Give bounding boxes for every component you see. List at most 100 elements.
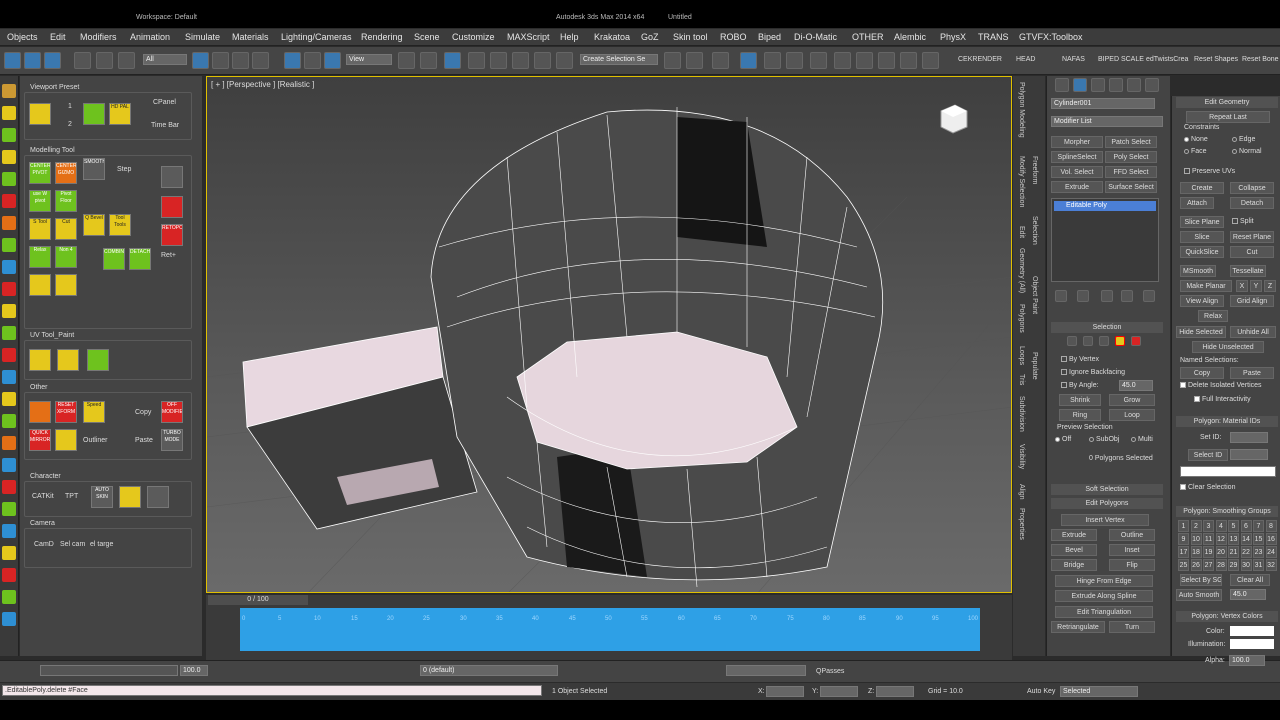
turn-button[interactable]: Turn bbox=[1109, 621, 1155, 633]
auto-key-button[interactable]: Auto Key bbox=[1027, 688, 1055, 695]
display-tab-icon[interactable] bbox=[1127, 78, 1141, 92]
character-face-icon[interactable] bbox=[119, 486, 141, 508]
bind-spacewarp-icon[interactable] bbox=[118, 52, 135, 69]
illumination-swatch[interactable] bbox=[1230, 639, 1274, 649]
ret-plus-button[interactable]: Ret+ bbox=[161, 252, 176, 259]
tool-icon[interactable] bbox=[2, 216, 16, 230]
smoothing-group-button[interactable]: 24 bbox=[1265, 546, 1277, 558]
smoothing-group-button[interactable]: 13 bbox=[1228, 533, 1239, 545]
spinner-snap-icon[interactable] bbox=[534, 52, 551, 69]
outliner-button[interactable]: Outliner bbox=[83, 437, 108, 444]
configure-sets-icon[interactable] bbox=[1143, 290, 1155, 302]
hide-unselected-button[interactable]: Hide Unselected bbox=[1192, 341, 1264, 353]
perspective-viewport[interactable]: [ + ] [Perspective ] [Realistic ] bbox=[206, 76, 1012, 593]
smoothing-group-button[interactable]: 31 bbox=[1253, 559, 1264, 571]
menu-alembic[interactable]: Alembic bbox=[894, 32, 926, 42]
hd-pal-button[interactable]: HD PAL bbox=[109, 103, 131, 125]
tool-icon[interactable] bbox=[2, 546, 16, 560]
color-swatch[interactable] bbox=[1230, 626, 1274, 636]
tool-icon[interactable] bbox=[2, 106, 16, 120]
element-mode-icon[interactable] bbox=[1131, 336, 1141, 346]
line-style-dropdown[interactable] bbox=[726, 665, 806, 676]
smoothing-group-button[interactable]: 17 bbox=[1178, 546, 1189, 558]
smoothing-group-button[interactable]: 1 bbox=[1178, 520, 1189, 532]
smoothing-group-button[interactable]: 15 bbox=[1253, 533, 1264, 545]
tab-visibility[interactable]: Visibility bbox=[1018, 444, 1025, 469]
object-name-field[interactable]: Cylinder001 bbox=[1051, 98, 1155, 109]
remove-modifier-icon[interactable] bbox=[1121, 290, 1133, 302]
tool-icon[interactable] bbox=[2, 84, 16, 98]
smoothing-group-button[interactable]: 3 bbox=[1203, 520, 1214, 532]
unhide-all-button[interactable]: Unhide All bbox=[1230, 326, 1276, 338]
tab-selection[interactable]: Selection bbox=[1031, 216, 1038, 245]
render-production-icon[interactable] bbox=[878, 52, 895, 69]
constraint-normal-radio[interactable]: Normal bbox=[1232, 148, 1262, 155]
tool-icon[interactable] bbox=[2, 194, 16, 208]
cpanel-button[interactable]: CPanel bbox=[153, 99, 176, 106]
material-ids-header[interactable]: Polygon: Material IDs bbox=[1176, 416, 1278, 427]
rotate-icon[interactable] bbox=[304, 52, 321, 69]
patch-select-button[interactable]: Patch Select bbox=[1105, 136, 1157, 148]
tab-properties[interactable]: Properties bbox=[1018, 508, 1025, 540]
region-select-icon[interactable] bbox=[232, 52, 249, 69]
align-icon[interactable] bbox=[686, 52, 703, 69]
menu-rendering[interactable]: Rendering bbox=[361, 32, 403, 42]
tool-icon[interactable] bbox=[2, 260, 16, 274]
tool-icon[interactable] bbox=[2, 436, 16, 450]
curve-editor-icon[interactable] bbox=[764, 52, 781, 69]
qpasses-button[interactable]: QPasses bbox=[816, 668, 844, 675]
preview-subobj-radio[interactable]: SubObj bbox=[1089, 436, 1119, 443]
smoothing-group-button[interactable]: 23 bbox=[1253, 546, 1264, 558]
tool-icon[interactable] bbox=[2, 128, 16, 142]
x-coord-field[interactable] bbox=[766, 686, 804, 697]
retriangulate-button[interactable]: Retriangulate bbox=[1051, 621, 1105, 633]
tool-icon[interactable] bbox=[2, 238, 16, 252]
biped-icon[interactable] bbox=[147, 486, 169, 508]
workspace-select[interactable]: Workspace: Default bbox=[136, 14, 197, 21]
inset-button[interactable]: Inset bbox=[1109, 544, 1155, 556]
ring-button[interactable]: Ring bbox=[1059, 409, 1101, 421]
smoothing-group-button[interactable]: 14 bbox=[1240, 533, 1252, 545]
alpha-field[interactable]: 100.0 bbox=[1229, 655, 1265, 666]
reset-icon[interactable] bbox=[29, 401, 51, 423]
tool-icon[interactable] bbox=[2, 304, 16, 318]
tool-tools-button[interactable]: Tool Tools bbox=[109, 214, 131, 236]
smoothing-group-button[interactable]: 21 bbox=[1228, 546, 1239, 558]
select-by-name-icon[interactable] bbox=[212, 52, 229, 69]
bridge-button[interactable]: Bridge bbox=[1051, 559, 1097, 571]
paste-button[interactable]: Paste bbox=[135, 437, 153, 444]
collapse-button[interactable]: Collapse bbox=[1230, 182, 1274, 194]
named-copy-button[interactable]: Copy bbox=[1180, 367, 1224, 379]
select-link-icon[interactable] bbox=[44, 52, 61, 69]
planar-y-button[interactable]: Y bbox=[1250, 280, 1262, 292]
edge-mode-icon[interactable] bbox=[1083, 336, 1093, 346]
constraint-none-radio[interactable]: None bbox=[1184, 136, 1208, 143]
rendered-frame-icon[interactable] bbox=[856, 52, 873, 69]
stack-item-editable-poly[interactable]: Editable Poly bbox=[1054, 201, 1156, 211]
head-button[interactable]: HEAD bbox=[1016, 56, 1035, 63]
catkit-button[interactable]: CATKit bbox=[32, 493, 54, 500]
preset-icon[interactable] bbox=[29, 103, 51, 125]
activeshade-icon[interactable] bbox=[922, 52, 939, 69]
smoothing-group-button[interactable]: 26 bbox=[1190, 559, 1202, 571]
menu-help[interactable]: Help bbox=[560, 32, 579, 42]
window-crossing-icon[interactable] bbox=[252, 52, 269, 69]
relax-button[interactable]: Relax bbox=[29, 246, 51, 268]
sel-cam-button[interactable]: Sel cam bbox=[60, 541, 85, 548]
tab-align[interactable]: Align bbox=[1018, 484, 1025, 500]
detach-button[interactable]: Detach bbox=[1230, 197, 1274, 209]
smoothing-group-button[interactable]: 19 bbox=[1203, 546, 1214, 558]
extrude-mod-button[interactable]: Extrude bbox=[1051, 181, 1103, 193]
smoothing-group-button[interactable]: 29 bbox=[1228, 559, 1239, 571]
menu-gtvfx[interactable]: GTVFX:Toolbox bbox=[1019, 32, 1083, 42]
z-coord-field[interactable] bbox=[876, 686, 914, 697]
modify-tab-icon[interactable] bbox=[1073, 78, 1087, 92]
s-tool-button[interactable]: S Tool bbox=[29, 218, 51, 240]
poly-select-button[interactable]: Poly Select bbox=[1105, 151, 1157, 163]
el-targe-button[interactable]: el targe bbox=[90, 541, 113, 548]
vertex-colors-header[interactable]: Polygon: Vertex Colors bbox=[1176, 611, 1278, 622]
menu-biped[interactable]: Biped bbox=[758, 32, 781, 42]
tpt-button[interactable]: TPT bbox=[65, 493, 78, 500]
q-bevel-button[interactable]: Q Bevel bbox=[83, 214, 105, 236]
uv-checker2-icon[interactable] bbox=[57, 349, 79, 371]
